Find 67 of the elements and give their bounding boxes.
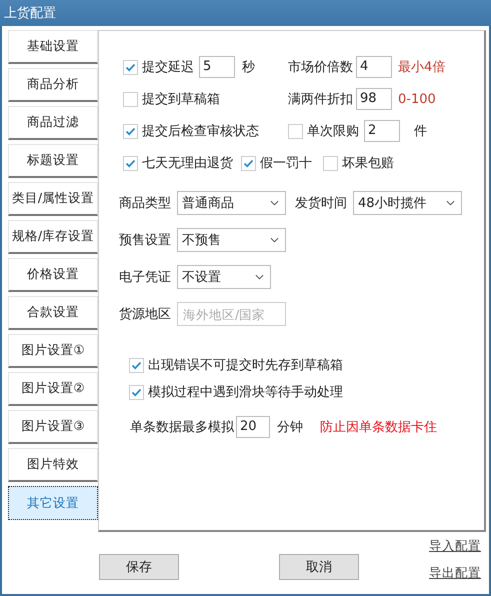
dropdown[interactable]: 不设置 — [177, 265, 271, 289]
field-label: 市场价倍数 — [288, 59, 354, 76]
sidebar-tab[interactable]: 图片设置③ — [8, 410, 98, 444]
sidebar-tab[interactable]: 商品过滤 — [8, 106, 98, 140]
dropdown[interactable]: 普通商品 — [177, 191, 286, 215]
unit-label: 分钟 — [277, 419, 303, 436]
dialog-button[interactable]: 取消 — [279, 554, 359, 580]
checkbox-label: 提交到草稿箱 — [142, 91, 220, 108]
dropdown-value: 48小时揽件 — [358, 195, 427, 212]
caret-icon — [270, 200, 279, 206]
checkbox[interactable] — [129, 384, 144, 400]
checkbox[interactable] — [123, 156, 138, 170]
sidebar-tab[interactable]: 规格/库存设置 — [8, 220, 98, 254]
unit-label: 件 — [414, 123, 427, 140]
caret-icon — [255, 274, 264, 280]
sidebar-tab[interactable]: 商品分析 — [8, 68, 98, 102]
checkbox[interactable] — [323, 156, 338, 170]
checkbox-label: 假一罚十 — [260, 155, 312, 172]
sidebar-tab[interactable]: 标题设置 — [8, 144, 98, 178]
field-label: 发货时间 — [295, 195, 348, 212]
checkbox[interactable] — [123, 92, 138, 106]
sidebar-tab[interactable]: 类目/属性设置 — [8, 182, 98, 216]
field-label: 预售设置 — [119, 232, 172, 249]
warning-text: 防止因单条数据卡住 — [320, 419, 437, 436]
hint-text: 0-100 — [398, 92, 436, 106]
sidebar-tab[interactable]: 图片特效 — [8, 448, 98, 482]
sidebar-tab[interactable]: 价格设置 — [8, 258, 98, 292]
field-label: 单条数据最多模拟 — [130, 419, 235, 436]
checkbox-label: 单次限购 — [307, 123, 359, 140]
checkbox-label: 七天无理由退货 — [142, 155, 233, 172]
window-title: 上货配置 — [4, 5, 56, 22]
input-field[interactable]: 4 — [356, 56, 392, 78]
checkbox[interactable] — [123, 124, 138, 138]
hint-text: 最小4倍 — [398, 59, 446, 76]
sidebar-tab[interactable]: 图片设置① — [8, 334, 98, 368]
sidebar-tab[interactable]: 图片设置② — [8, 372, 98, 406]
caret-icon — [446, 200, 455, 206]
dropdown[interactable]: 48小时揽件 — [353, 191, 462, 215]
sidebar-tab[interactable]: 合款设置 — [8, 296, 98, 330]
checkbox-label: 模拟过程中遇到滑块等待手动处理 — [148, 384, 343, 401]
dropdown[interactable]: 不预售 — [177, 228, 286, 252]
field-label: 满两件折扣 — [288, 91, 354, 108]
sidebar-tab[interactable]: 基础设置 — [8, 30, 98, 64]
checkbox-label: 提交延迟 — [142, 59, 194, 76]
config-link[interactable]: 导出配置 — [429, 565, 481, 582]
checkbox[interactable] — [123, 60, 138, 74]
checkbox[interactable] — [129, 358, 144, 372]
input-field[interactable]: 2 — [364, 120, 400, 142]
dropdown-value: 普通商品 — [182, 194, 234, 212]
dialog-button[interactable]: 保存 — [99, 554, 179, 580]
input-field[interactable]: 98 — [356, 88, 392, 110]
checkbox-label: 出现错误不可提交时先存到草稿箱 — [148, 357, 343, 374]
dropdown-value: 不预售 — [182, 232, 221, 249]
config-link[interactable]: 导入配置 — [429, 538, 481, 555]
checkbox-label: 提交后检查审核状态 — [142, 123, 259, 140]
input-field[interactable]: 5 — [199, 56, 235, 78]
field-label: 货源地区 — [119, 306, 172, 323]
input-field[interactable]: 20 — [236, 416, 270, 438]
checkbox[interactable] — [241, 156, 256, 170]
field-label: 商品类型 — [119, 195, 172, 212]
dropdown-value: 不设置 — [182, 269, 221, 286]
caret-icon — [270, 237, 279, 243]
checkbox-label: 坏果包赔 — [342, 155, 394, 172]
unit-label: 秒 — [242, 59, 255, 76]
field-label: 电子凭证 — [119, 269, 172, 286]
checkbox[interactable] — [288, 124, 303, 138]
sidebar-tab[interactable]: 其它设置 — [8, 486, 98, 520]
